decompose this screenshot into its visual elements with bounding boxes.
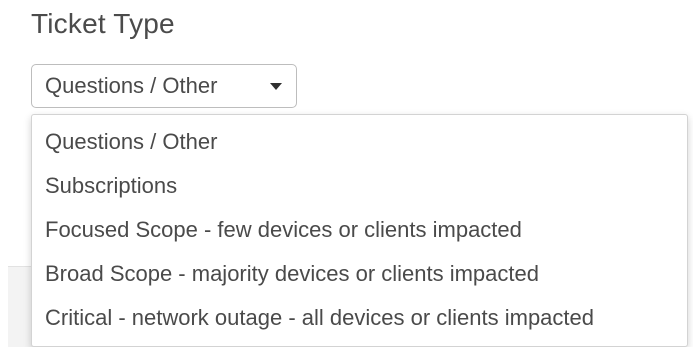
ticket-type-option-critical[interactable]: Critical - network outage - all devices … [32, 296, 687, 340]
ticket-type-option-focused-scope[interactable]: Focused Scope - few devices or clients i… [32, 208, 687, 252]
caret-down-icon [270, 82, 282, 90]
ticket-type-dropdown-list: Questions / Other Subscriptions Focused … [31, 114, 688, 347]
ticket-form: Ticket Type Questions / Other Questions … [0, 0, 693, 347]
ticket-type-option-questions-other[interactable]: Questions / Other [32, 120, 687, 164]
ticket-type-option-subscriptions[interactable]: Subscriptions [32, 164, 687, 208]
ticket-type-select[interactable]: Questions / Other [31, 64, 297, 108]
ticket-type-option-broad-scope[interactable]: Broad Scope - majority devices or client… [32, 252, 687, 296]
selected-ticket-type: Questions / Other [45, 73, 218, 98]
ticket-type-label: Ticket Type [31, 8, 175, 39]
